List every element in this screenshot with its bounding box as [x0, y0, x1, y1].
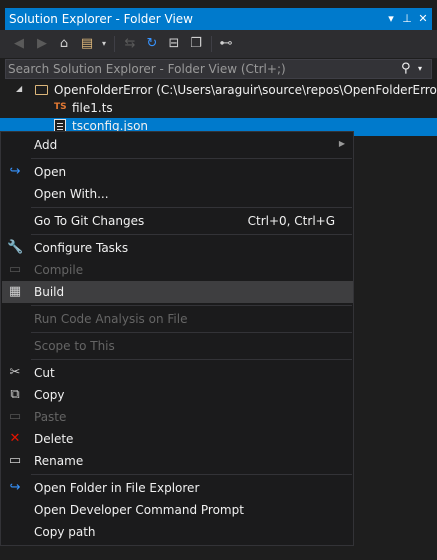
sync-with-active-document-icon[interactable]: ⇆	[122, 36, 138, 52]
menu-item-open-developer-command-prompt[interactable]: Open Developer Command Prompt	[2, 499, 353, 521]
tree-item-file1[interactable]: TS file1.ts	[0, 100, 437, 118]
menu-item-compile: ▭ Compile	[2, 259, 353, 281]
tree-item-label: file1.ts	[72, 101, 113, 115]
properties-icon[interactable]: ⊷	[218, 36, 234, 52]
menu-item-label: Cut	[34, 366, 55, 380]
switch-views-icon[interactable]: ▤	[79, 36, 95, 52]
delete-icon: ✕	[9, 431, 21, 446]
menu-item-label: Copy	[34, 388, 65, 402]
refresh-icon[interactable]: ↻	[144, 36, 160, 52]
folder-icon	[35, 85, 48, 95]
menu-item-label: Paste	[34, 410, 67, 424]
menu-item-label: Scope to This	[34, 339, 115, 353]
menu-item-label: Rename	[34, 454, 84, 468]
menu-item-paste: ▭ Paste	[2, 406, 353, 428]
tool-window-title-bar: Solution Explorer - Folder View ▾ ⊥ ✕	[0, 0, 437, 30]
submenu-arrow-icon: ▶	[338, 139, 345, 148]
menu-item-label: Open Folder in File Explorer	[34, 481, 200, 495]
build-icon: ▦	[8, 284, 22, 299]
menu-item-shortcut: Ctrl+0, Ctrl+G	[247, 214, 335, 228]
switch-views-dropdown-icon[interactable]: ▾	[96, 36, 112, 52]
rename-icon: ▭	[8, 453, 22, 468]
menu-separator	[31, 305, 352, 306]
menu-item-open[interactable]: ↪ Open	[2, 161, 353, 183]
solution-tree: ◢ OpenFolderError (C:\Users\araguir\sour…	[0, 80, 437, 136]
menu-separator	[31, 158, 352, 159]
menu-item-rename[interactable]: ▭ Rename	[2, 450, 353, 472]
solution-explorer-toolbar: ◀ ▶ ⌂ ▤ ▾ ⇆ ↻ ⊟ ❐ ⊷	[0, 30, 437, 58]
copy-icon: ⧉	[10, 387, 20, 402]
menu-item-build[interactable]: ▦ Build	[2, 281, 353, 303]
toolbar-separator	[114, 36, 115, 52]
menu-item-delete[interactable]: ✕ Delete	[2, 428, 353, 450]
menu-item-scope-to-this: Scope to This	[2, 335, 353, 357]
menu-separator	[31, 207, 352, 208]
window-position-dropdown-icon[interactable]: ▾	[384, 11, 398, 27]
wrench-icon: 🔧	[7, 240, 24, 255]
expander-icon[interactable]: ◢	[16, 84, 22, 93]
menu-item-label: Build	[34, 285, 65, 299]
open-icon: ↪	[9, 164, 21, 179]
menu-item-open-with[interactable]: Open With...	[2, 183, 353, 205]
back-icon[interactable]: ◀	[11, 36, 27, 52]
tree-item-label: OpenFolderError (C:\Users\araguir\source…	[54, 83, 437, 97]
title-bar-active: Solution Explorer - Folder View ▾ ⊥ ✕	[5, 8, 432, 30]
show-all-files-icon[interactable]: ❐	[188, 36, 204, 52]
toolbar-separator	[211, 36, 212, 52]
close-icon[interactable]: ✕	[416, 11, 430, 27]
compile-icon: ▭	[8, 262, 22, 277]
paste-icon: ▭	[8, 409, 22, 424]
menu-separator	[31, 359, 352, 360]
search-box: ⚲ ▾	[5, 59, 432, 79]
menu-item-label: Delete	[34, 432, 74, 446]
tree-item-root-folder[interactable]: ◢ OpenFolderError (C:\Users\araguir\sour…	[0, 82, 437, 100]
menu-item-copy-path[interactable]: Copy path	[2, 521, 353, 543]
menu-item-configure-tasks[interactable]: 🔧 Configure Tasks	[2, 237, 353, 259]
forward-icon[interactable]: ▶	[34, 36, 50, 52]
window-title: Solution Explorer - Folder View	[9, 12, 193, 26]
menu-item-label: Copy path	[34, 525, 96, 539]
menu-separator	[31, 474, 352, 475]
menu-item-label: Compile	[34, 263, 84, 277]
search-input[interactable]	[8, 61, 404, 77]
menu-item-label: Open	[34, 165, 67, 179]
context-menu: Add ▶ ↪ Open Open With... Go To Git Chan…	[0, 131, 354, 546]
search-options-dropdown-icon[interactable]: ▾	[418, 61, 428, 77]
menu-item-go-to-git-changes[interactable]: Go To Git Changes Ctrl+0, Ctrl+G	[2, 210, 353, 232]
menu-separator	[31, 234, 352, 235]
menu-item-label: Add	[34, 138, 58, 152]
search-icon[interactable]: ⚲	[401, 61, 415, 77]
menu-item-cut[interactable]: ✂ Cut	[2, 362, 353, 384]
menu-separator	[31, 332, 352, 333]
menu-item-label: Run Code Analysis on File	[34, 312, 188, 326]
collapse-all-icon[interactable]: ⊟	[166, 36, 182, 52]
menu-item-label: Open Developer Command Prompt	[34, 503, 244, 517]
typescript-file-icon: TS	[54, 102, 67, 112]
pin-icon[interactable]: ⊥	[400, 11, 414, 27]
scissors-icon: ✂	[9, 365, 21, 380]
menu-item-add[interactable]: Add ▶	[2, 134, 353, 156]
menu-item-copy[interactable]: ⧉ Copy	[2, 384, 353, 406]
open-folder-icon: ↪	[9, 480, 21, 495]
menu-item-label: Open With...	[34, 187, 109, 201]
menu-item-label: Go To Git Changes	[34, 214, 145, 228]
menu-item-label: Configure Tasks	[34, 241, 129, 255]
menu-item-run-code-analysis: Run Code Analysis on File	[2, 308, 353, 330]
home-icon[interactable]: ⌂	[56, 36, 72, 52]
menu-item-open-folder-in-file-explorer[interactable]: ↪ Open Folder in File Explorer	[2, 477, 353, 499]
